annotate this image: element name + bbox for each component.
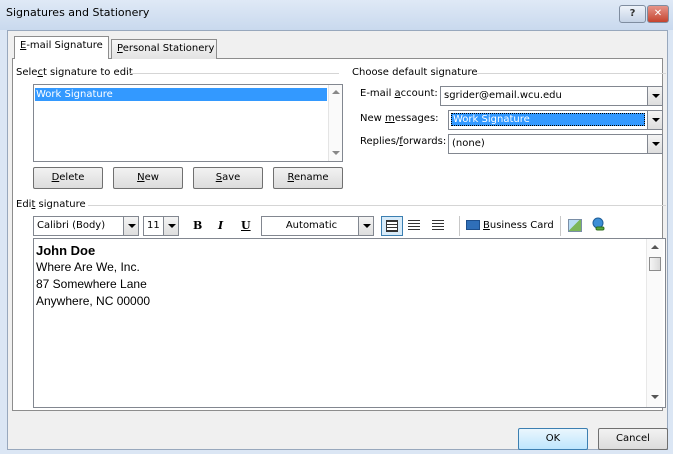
- new-button[interactable]: New: [113, 167, 183, 189]
- align-center-icon[interactable]: [408, 220, 420, 231]
- business-card-icon: [466, 220, 480, 230]
- align-left-icon: [386, 220, 398, 232]
- newmsg-label-b: essages:: [394, 113, 439, 124]
- new-key: N: [137, 172, 145, 183]
- signature-line: John Doe: [36, 243, 96, 258]
- select-sig-label-a: Sele: [16, 67, 38, 78]
- scroll-thumb[interactable]: [649, 257, 661, 271]
- rename-button[interactable]: Rename: [273, 167, 343, 189]
- chevron-down-icon[interactable]: [647, 87, 662, 105]
- replies-forwards-label: Replies/forwards:: [360, 136, 446, 147]
- email-account-value: sgrider@email.wcu.edu: [444, 90, 562, 101]
- edit-signature-label: Edit signature: [16, 199, 86, 210]
- email-account-label: E-mail account:: [360, 88, 438, 99]
- business-card-button[interactable]: Business Card: [466, 216, 554, 236]
- font-value: Calibri (Body): [37, 220, 106, 231]
- select-sig-label-b: t signature to edit: [42, 67, 133, 78]
- edit-sig-label-a: Edi: [16, 199, 32, 210]
- toolbar-divider: [560, 216, 561, 236]
- chevron-down-icon[interactable]: [163, 217, 178, 235]
- italic-button[interactable]: I: [218, 219, 223, 232]
- font-size-select[interactable]: 11: [143, 216, 179, 236]
- new-label: ew: [144, 172, 159, 183]
- new-messages-select[interactable]: Work Signature: [448, 110, 663, 130]
- font-select[interactable]: Calibri (Body): [33, 216, 139, 236]
- business-card-label: usiness Card: [489, 220, 554, 231]
- close-button[interactable]: ✕: [647, 5, 669, 23]
- replies-label-a: Replies/: [360, 136, 400, 147]
- signature-line: Where Are We, Inc.: [36, 260, 140, 274]
- group-divider: [128, 73, 339, 74]
- rename-label: ename: [293, 172, 329, 183]
- edit-sig-label-b: signature: [35, 199, 86, 210]
- save-button[interactable]: Save: [193, 167, 263, 189]
- account-label-a: E-mail: [360, 88, 395, 99]
- bold-button[interactable]: B: [193, 219, 202, 232]
- signature-editor-text[interactable]: John Doe Where Are We, Inc. 87 Somewhere…: [36, 242, 150, 310]
- chevron-down-icon[interactable]: [647, 111, 662, 129]
- signature-line: 87 Somewhere Lane: [36, 277, 147, 291]
- font-color-select[interactable]: Automatic: [261, 216, 374, 236]
- tab-personal-stationery[interactable]: Personal Stationery: [111, 39, 217, 59]
- toolbar-divider: [459, 216, 460, 236]
- chevron-down-icon[interactable]: [123, 217, 138, 235]
- delete-button[interactable]: Delete: [33, 167, 103, 189]
- newmsg-key: m: [385, 113, 395, 124]
- email-account-select[interactable]: sgrider@email.wcu.edu: [440, 86, 663, 106]
- new-messages-label: New messages:: [360, 113, 439, 124]
- align-right-icon[interactable]: [432, 220, 444, 231]
- list-item[interactable]: Work Signature: [35, 88, 327, 101]
- signature-line: Anywhere, NC 00000: [36, 294, 151, 308]
- list-scrollbar[interactable]: [328, 85, 342, 161]
- replies-forwards-value: (none): [452, 138, 485, 149]
- replies-forwards-select[interactable]: (none): [448, 134, 663, 154]
- group-divider: [88, 205, 666, 206]
- editor-scrollbar[interactable]: [646, 239, 663, 407]
- tab-email-label: -mail Signature: [26, 40, 103, 51]
- help-button[interactable]: ?: [619, 5, 646, 23]
- chevron-down-icon[interactable]: [647, 135, 662, 153]
- window-title: Signatures and Stationery: [6, 6, 150, 19]
- font-color-value: Automatic: [285, 220, 338, 231]
- hyperlink-icon[interactable]: [591, 217, 606, 232]
- business-card-key: B: [483, 220, 490, 231]
- tab-email-signature[interactable]: E-mail Signature: [14, 36, 109, 59]
- account-label-b: ccount:: [400, 88, 438, 99]
- select-signature-label: Select signature to edit: [16, 67, 133, 78]
- save-label: ave: [222, 172, 241, 183]
- underline-button[interactable]: U: [241, 219, 251, 232]
- insert-picture-icon[interactable]: [568, 219, 582, 232]
- font-size-value: 11: [147, 220, 160, 231]
- align-left-button[interactable]: [381, 216, 403, 236]
- tab-stationery-label: ersonal Stationery: [122, 43, 215, 54]
- replies-label-b: orwards:: [402, 136, 447, 147]
- new-messages-value: Work Signature: [451, 113, 645, 126]
- group-divider: [476, 73, 666, 74]
- cancel-button[interactable]: Cancel: [598, 428, 668, 450]
- default-signature-heading: Choose default signature: [352, 67, 478, 78]
- delete-label: elete: [59, 172, 85, 183]
- newmsg-label-a: New: [360, 113, 385, 124]
- ok-button[interactable]: OK: [518, 428, 588, 450]
- chevron-down-icon[interactable]: [358, 217, 373, 235]
